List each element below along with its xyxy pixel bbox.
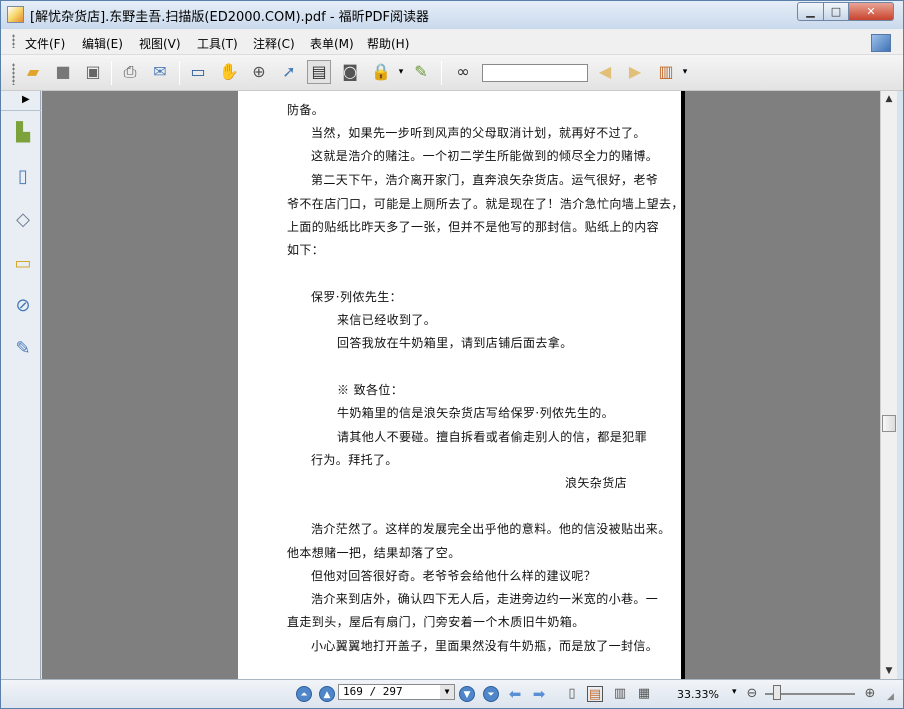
rms-dropdown-icon[interactable]: ▾ [396,60,406,84]
menu-file[interactable]: 文件(F) [25,35,65,52]
text-line: 保罗·列侬先生： [311,290,403,304]
text-line: 行为。拜托了。 [311,453,398,467]
first-page-icon[interactable]: ⏶ [296,686,312,702]
text-line: 上面的贴纸比昨天多了一张，但并不是他写的那封信。贴纸上的内容 [287,220,660,234]
maximize-button[interactable]: □ [823,2,849,21]
find-dropdown-icon[interactable]: ▾ [680,60,690,84]
text-line: 但他对回答很好奇。老爷爷会给他什么样的建议呢？ [311,569,597,583]
binoculars-icon[interactable]: ∞ [451,60,475,84]
rms-icon[interactable]: 🔒 [369,60,393,84]
save-as-icon[interactable]: ▣ [81,60,105,84]
text-line: 浪矢杂货店 [565,476,628,490]
menubar-grip-icon [12,34,15,48]
comments-icon[interactable]: ▭ [11,250,35,276]
menu-edit[interactable]: 编辑(E) [82,35,123,52]
continuous-page-icon[interactable]: ▤ [587,686,603,702]
select-tool-icon[interactable]: ➚ [277,60,301,84]
menu-bar: 文件(F) 编辑(E) 视图(V) 工具(T) 注释(C) 表单(M) 帮助(H… [1,29,903,55]
zoom-level[interactable]: 33.33% [677,688,719,701]
hand-tool-icon[interactable]: ✋ [217,60,241,84]
forward-arrow-icon[interactable]: ➡ [531,686,547,702]
toolbar: ▰ ■ ▣ ⎙ ✉ ▭ ✋ ⊕ ➚ ▤ ◙ 🔒 ▾ ✎ ∞ ◀ ▶ ▥ ▾ [1,55,903,91]
pages-icon[interactable]: ▯ [11,163,35,189]
search-input[interactable] [482,64,588,82]
find-options-icon[interactable]: ▥ [654,60,678,84]
text-line: ※ 致各位： [337,383,404,397]
resize-grip-icon[interactable]: ◢ [887,692,899,704]
email-icon[interactable]: ✉ [148,60,172,84]
zoom-out-icon[interactable]: ⊖ [744,686,760,702]
document-view[interactable]: 防备。 当然，如果先一步听到风声的父母取消计划，就再好不过了。 这就是浩介的赌注… [42,91,880,679]
text-line: 这就是浩介的赌注。一个初二学生所能做到的倾尽全力的赌博。 [311,149,659,163]
text-line: 浩介来到店外，确认四下无人后，走进旁边约一米宽的小巷。一 [311,592,659,606]
bookmarks-icon[interactable]: ▙ [11,119,35,145]
text-select-icon[interactable]: ▤ [307,60,331,84]
next-page-icon[interactable]: ▼ [459,686,475,702]
text-line: 牛奶箱里的信是浪矢杂货店写给保罗·列侬先生的。 [337,406,615,420]
navigation-panel: ▶ ▙ ▯ ◇ ▭ ⊘ ✎ [1,91,41,679]
scroll-up-icon[interactable]: ▲ [881,91,897,107]
page-number-value: 169 / 297 [343,685,403,698]
scroll-thumb[interactable] [882,415,896,432]
signatures-icon[interactable]: ✎ [11,335,35,361]
help-corner-icon[interactable] [871,34,891,52]
scroll-down-icon[interactable]: ▼ [881,663,897,679]
next-result-icon[interactable]: ▶ [623,60,647,84]
zoom-in-icon[interactable]: ⊕ [862,686,878,702]
single-page-icon[interactable]: ▯ [564,686,580,702]
text-line: 如下： [287,243,325,257]
close-button[interactable]: ✕ [848,2,894,21]
panel-toggle[interactable]: ▶ [1,91,41,111]
menu-tools[interactable]: 工具(T) [197,35,238,52]
prev-page-icon[interactable]: ▲ [319,686,335,702]
menu-help[interactable]: 帮助(H) [367,35,409,52]
expand-arrow-icon[interactable]: ▶ [22,94,30,105]
last-page-icon[interactable]: ⏷ [483,686,499,702]
title-bar: [解忧杂货店].东野圭吾.扫描版(ED2000.COM).pdf - 福昕PDF… [1,1,903,29]
text-line: 请其他人不要碰。擅自拆看或者偷走别人的信，都是犯罪 [337,430,648,444]
menu-form[interactable]: 表单(M) [310,35,354,52]
text-line: 浩介茫然了。这样的发展完全出乎他的意料。他的信没被贴出来。 [311,522,671,536]
text-line: 防备。 [287,103,325,117]
status-bar: ⏶ ▲ 169 / 297 ▼ ▼ ⏷ ⬅ ➡ ▯ ▤ ▥ ▦ 33.33% ▾… [1,679,903,708]
app-window: [解忧杂货店].东野圭吾.扫描版(ED2000.COM).pdf - 福昕PDF… [0,0,904,709]
text-line: 直走到头，屋后有扇门，门旁安着一个木质旧牛奶箱。 [287,615,585,629]
menu-comment[interactable]: 注释(C) [253,35,295,52]
text-line: 来信已经收到了。 [337,313,437,327]
page-dropdown-icon[interactable]: ▼ [440,685,454,699]
open-icon[interactable]: ▰ [21,60,45,84]
zoom-slider-thumb[interactable] [773,685,781,700]
text-line: 爷不在店门口，可能是上厕所去了。就是现在了！浩介急忙向墙上望去， [287,197,684,211]
zoom-dropdown-icon[interactable]: ▾ [732,687,737,697]
page-number-field[interactable]: 169 / 297 ▼ [338,684,455,700]
back-arrow-icon[interactable]: ⬅ [507,686,523,702]
facing-page-icon[interactable]: ▥ [612,686,628,702]
snapshot-icon[interactable]: ◙ [338,60,362,84]
text-line: 他本想赌一把，结果却落了空。 [287,546,461,560]
prev-result-icon[interactable]: ◀ [593,60,617,84]
app-icon [7,6,24,23]
attachments-icon[interactable]: ⊘ [11,292,35,318]
continuous-facing-icon[interactable]: ▦ [636,686,652,702]
zoom-tool-icon[interactable]: ⊕ [247,60,271,84]
minimize-button[interactable]: ▁ [797,2,824,21]
text-line: 回答我放在牛奶箱里，请到店铺后面去拿。 [337,336,573,350]
vertical-scrollbar[interactable]: ▲ ▼ [880,91,897,679]
text-line: 当然，如果先一步听到风声的父母取消计划，就再好不过了。 [311,126,646,140]
pdf-page: 防备。 当然，如果先一步听到风声的父母取消计划，就再好不过了。 这就是浩介的赌注… [238,91,685,679]
sign-icon[interactable]: ✎ [409,60,433,84]
save-icon[interactable]: ■ [51,60,75,84]
menu-view[interactable]: 视图(V) [139,35,181,52]
layers-icon[interactable]: ◇ [11,206,35,232]
text-line: 小心翼翼地打开盖子，里面果然没有牛奶瓶，而是放了一封信。 [311,639,659,653]
toolbar-grip-icon [12,63,15,85]
text-line: 第二天下午，浩介离开家门，直奔浪矢杂货店。运气很好，老爷 [311,173,659,187]
fullscreen-icon[interactable]: ▭ [186,60,210,84]
print-icon[interactable]: ⎙ [118,60,142,84]
window-title: [解忧杂货店].东野圭吾.扫描版(ED2000.COM).pdf - 福昕PDF… [30,10,430,25]
